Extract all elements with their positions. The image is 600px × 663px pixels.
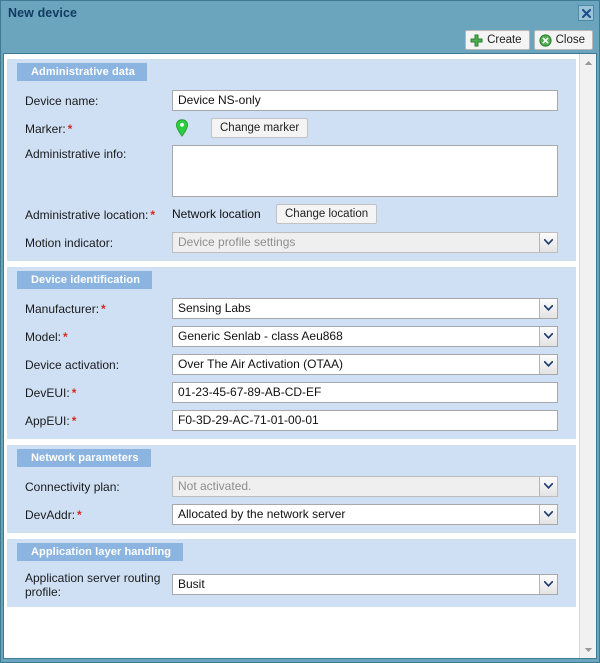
field-row-connectivity-plan: Connectivity plan: Not activated. [7, 475, 576, 497]
dialog-titlebar: New device [1, 1, 599, 27]
required-asterisk: * [150, 208, 156, 222]
field-row-administrative-location: Administrative location: * Network locati… [7, 203, 576, 225]
label-administrative-info: Administrative info: [25, 147, 127, 161]
required-asterisk: * [101, 302, 106, 316]
deveui-input[interactable]: 01-23-45-67-89-AB-CD-EF [172, 381, 558, 403]
change-location-button[interactable]: Change location [276, 204, 378, 224]
vertical-scrollbar[interactable] [579, 54, 596, 658]
motion-indicator-value: Device profile settings [178, 235, 296, 249]
section-title: Network parameters [17, 449, 151, 467]
scroll-up-arrow-icon [584, 60, 592, 65]
label-deveui: DevEUI: * [25, 386, 77, 400]
cancel-circle-icon [538, 33, 552, 47]
label-devaddr: DevAddr: * [25, 508, 82, 522]
section-title: Administrative data [17, 63, 147, 81]
label-manufacturer: Manufacturer: * [25, 302, 106, 316]
field-row-administrative-info: Administrative info: [7, 145, 576, 197]
field-row-model: Model: * Generic Senlab - class A eu868 [7, 325, 576, 347]
scroll-down-arrow-icon [584, 647, 592, 652]
section-network-parameters: Network parameters Connectivity plan: No… [7, 445, 576, 533]
chevron-down-icon[interactable] [539, 232, 557, 252]
appeui-input[interactable]: F0-3D-29-AC-71-01-00-01 [172, 409, 558, 431]
model-select[interactable]: Generic Senlab - class A eu868 [172, 325, 558, 347]
chevron-down-icon[interactable] [539, 574, 557, 594]
label-marker: Marker: * [25, 122, 73, 136]
section-title: Application layer handling [17, 543, 184, 561]
manufacturer-value: Sensing Labs [178, 301, 251, 315]
label-appeui: AppEUI: * [25, 414, 77, 428]
scroll-up-button[interactable] [580, 54, 596, 71]
label-motion-indicator: Motion indicator: [25, 236, 114, 250]
model-band-suffix: eu868 [309, 329, 343, 343]
chevron-down-icon[interactable] [539, 354, 557, 374]
label-device-name: Device name: [25, 94, 99, 108]
close-x-icon [581, 8, 591, 18]
chevron-down-icon[interactable] [539, 476, 557, 496]
devaddr-select[interactable]: Allocated by the network server [172, 503, 558, 525]
field-row-device-name: Device name: Device NS-only [7, 89, 576, 111]
dialog-title: New device [8, 6, 78, 20]
motion-indicator-select[interactable]: Device profile settings [172, 231, 558, 253]
administrative-location-value: Network location [172, 207, 261, 221]
device-activation-value: Over The Air Activation (OTAA) [178, 357, 343, 371]
application-server-routing-profile-value: Busit [178, 577, 205, 591]
dialog-toolbar: Create Close [1, 27, 599, 53]
chevron-down-icon[interactable] [539, 504, 557, 524]
application-server-routing-profile-select[interactable]: Busit [172, 573, 558, 595]
manufacturer-select[interactable]: Sensing Labs [172, 297, 558, 319]
label-connectivity-plan: Connectivity plan: [25, 480, 120, 494]
chevron-down-icon[interactable] [539, 326, 557, 346]
administrative-info-textarea[interactable] [172, 145, 558, 197]
label-administrative-location: Administrative location: * [25, 208, 156, 222]
required-asterisk: * [71, 414, 77, 428]
close-button[interactable]: Close [533, 30, 593, 50]
field-row-motion-indicator: Motion indicator: Device profile setting… [7, 231, 576, 253]
label-model: Model: * [25, 330, 68, 344]
required-asterisk: * [77, 508, 82, 522]
map-pin-icon [175, 119, 189, 137]
required-asterisk: * [63, 330, 68, 344]
field-row-application-server-routing-profile: Application server routing profile: Busi… [7, 569, 576, 599]
label-application-server-routing-profile: Application server routing profile: [25, 571, 161, 599]
device-activation-select[interactable]: Over The Air Activation (OTAA) [172, 353, 558, 375]
label-device-activation: Device activation: [25, 358, 120, 372]
section-administrative-data: Administrative data Device name: Device … [7, 59, 576, 261]
section-title: Device identification [17, 271, 153, 289]
model-value: Generic Senlab - class A [178, 329, 310, 343]
required-asterisk: * [67, 122, 73, 136]
devaddr-value: Allocated by the network server [178, 507, 346, 521]
scroll-down-button[interactable] [580, 641, 596, 658]
field-row-device-activation: Device activation: Over The Air Activati… [7, 353, 576, 375]
field-row-marker: Marker: * Change marker [7, 117, 576, 139]
change-marker-button[interactable]: Change marker [211, 118, 309, 138]
dialog-body: Administrative data Device name: Device … [3, 53, 597, 659]
section-application-layer-handling: Application layer handling Application s… [7, 539, 576, 607]
connectivity-plan-value: Not activated. [178, 479, 252, 493]
create-button[interactable]: Create [465, 30, 530, 50]
connectivity-plan-select[interactable]: Not activated. [172, 475, 558, 497]
plus-icon [470, 34, 483, 46]
create-button-label: Create [487, 34, 522, 46]
field-row-manufacturer: Manufacturer: * Sensing Labs [7, 297, 576, 319]
close-button-label: Close [555, 34, 585, 46]
field-row-deveui: DevEUI: * 01-23-45-67-89-AB-CD-EF [7, 381, 576, 403]
section-device-identification: Device identification Manufacturer: * Sen… [7, 267, 576, 439]
field-row-appeui: AppEUI: * F0-3D-29-AC-71-01-00-01 [7, 409, 576, 431]
new-device-dialog: New device Create Close Administrative d… [0, 0, 600, 663]
scrollbar-track[interactable] [580, 71, 596, 641]
chevron-down-icon[interactable] [539, 298, 557, 318]
device-name-input[interactable]: Device NS-only [172, 89, 558, 111]
dialog-close-button[interactable] [578, 5, 594, 21]
required-asterisk: * [71, 386, 77, 400]
form-content: Administrative data Device name: Device … [4, 54, 579, 658]
field-row-devaddr: DevAddr: * Allocated by the network serve… [7, 503, 576, 525]
